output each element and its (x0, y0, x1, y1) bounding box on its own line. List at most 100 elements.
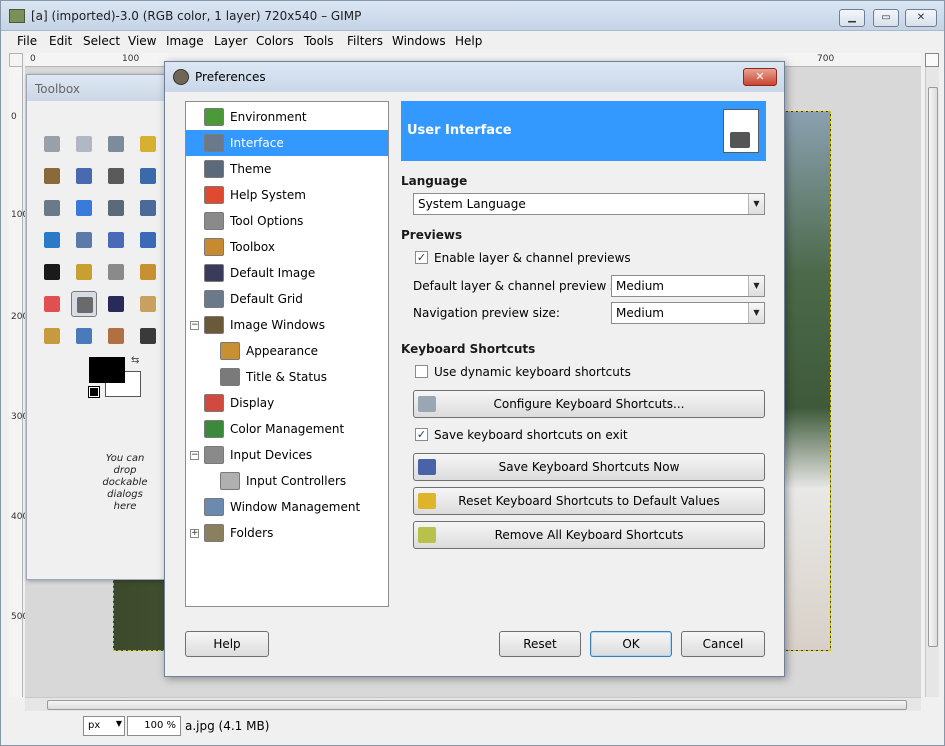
menu-windows[interactable]: Windows (392, 34, 446, 48)
expand-icon[interactable]: + (190, 529, 199, 538)
ruler-corner[interactable] (9, 53, 23, 67)
tool-button[interactable] (135, 227, 161, 253)
cancel-button[interactable]: Cancel (681, 631, 765, 657)
tree-item[interactable]: Default Grid (186, 286, 388, 312)
tree-item[interactable]: − Input Devices (186, 442, 388, 468)
foreground-color-swatch[interactable] (89, 357, 125, 383)
menu-tools[interactable]: Tools (304, 34, 334, 48)
tool-button[interactable] (71, 163, 97, 189)
help-button[interactable]: Help (185, 631, 269, 657)
menubar: File Edit Select View Image Layer Colors… (1, 32, 944, 52)
minimize-button[interactable]: ▁ (839, 9, 865, 27)
tree-item[interactable]: Default Image (186, 260, 388, 286)
tree-item[interactable]: Appearance (186, 338, 388, 364)
dynamic-shortcuts-checkbox[interactable] (415, 365, 428, 378)
tool-button[interactable] (135, 163, 161, 189)
default-preview-size-select[interactable]: Medium ▼ (611, 275, 765, 297)
ok-button[interactable]: OK (590, 631, 672, 657)
menu-image[interactable]: Image (166, 34, 204, 48)
tool-button[interactable] (71, 259, 97, 285)
main-close-button[interactable]: ✕ (905, 9, 937, 27)
tree-item[interactable]: Theme (186, 156, 388, 182)
tool-button[interactable] (39, 163, 65, 189)
tool-button[interactable] (103, 227, 129, 253)
default-colors-icon[interactable] (88, 386, 100, 398)
collapse-icon[interactable]: − (190, 321, 199, 330)
tool-button[interactable] (135, 259, 161, 285)
vertical-scrollbar[interactable] (925, 67, 939, 697)
preferences-category-tree[interactable]: Environment Interface Theme Help System Tool… (185, 101, 389, 607)
menu-file[interactable]: File (17, 34, 37, 48)
flip-icon (140, 232, 156, 248)
tree-item[interactable]: + Folders (186, 520, 388, 546)
tool-button[interactable] (103, 291, 129, 317)
tool-button[interactable] (39, 195, 65, 221)
category-icon (204, 498, 224, 516)
tree-item[interactable]: Input Controllers (186, 468, 388, 494)
drop-hint: You can drop dockable dialogs here (102, 453, 148, 512)
menu-filters[interactable]: Filters (347, 34, 383, 48)
tool-button[interactable] (39, 259, 65, 285)
enable-previews-checkbox[interactable]: ✓ (415, 251, 428, 264)
save-on-exit-checkbox[interactable]: ✓ (415, 428, 428, 441)
menu-help[interactable]: Help (455, 34, 482, 48)
tree-item[interactable]: Title & Status (186, 364, 388, 390)
vertical-ruler[interactable]: 0 100 200 300 400 500 (9, 67, 28, 697)
tree-item[interactable]: Window Management (186, 494, 388, 520)
tool-button[interactable] (71, 227, 97, 253)
remove-all-shortcuts-button[interactable]: Remove All Keyboard Shortcuts (413, 521, 765, 549)
scroll-thumb[interactable] (47, 700, 907, 710)
tool-button[interactable] (39, 131, 65, 157)
reset-button[interactable]: Reset (499, 631, 581, 657)
configure-shortcuts-button[interactable]: Configure Keyboard Shortcuts... (413, 390, 765, 418)
menu-select[interactable]: Select (83, 34, 120, 48)
reset-shortcuts-button[interactable]: Reset Keyboard Shortcuts to Default Valu… (413, 487, 765, 515)
tool-button[interactable] (135, 291, 161, 317)
dialog-close-button[interactable]: ✕ (743, 68, 777, 86)
category-icon (204, 316, 224, 334)
maximize-button[interactable]: ▭ (873, 9, 899, 27)
tool-button[interactable] (71, 195, 97, 221)
tree-item[interactable]: − Image Windows (186, 312, 388, 338)
tool-button[interactable] (39, 291, 65, 317)
dialog-titlebar[interactable]: Preferences ✕ (165, 62, 784, 92)
tool-button[interactable] (103, 323, 129, 349)
tool-button[interactable] (71, 291, 97, 317)
tool-button[interactable] (135, 131, 161, 157)
menu-layer[interactable]: Layer (214, 34, 247, 48)
toolbox-title[interactable]: Toolbox (27, 75, 165, 101)
foreground-select-icon (76, 168, 92, 184)
tree-item[interactable]: Display (186, 390, 388, 416)
menu-view[interactable]: View (128, 34, 156, 48)
tree-item[interactable]: Tool Options (186, 208, 388, 234)
collapse-icon[interactable]: − (190, 451, 199, 460)
main-titlebar[interactable]: [a] (imported)-3.0 (RGB color, 1 layer) … (1, 1, 944, 31)
tool-button[interactable] (103, 131, 129, 157)
swap-colors-icon[interactable]: ⇆ (131, 355, 139, 366)
tool-button[interactable] (71, 131, 97, 157)
tree-item[interactable]: Color Management (186, 416, 388, 442)
scroll-thumb[interactable] (928, 87, 938, 647)
save-shortcuts-now-button[interactable]: Save Keyboard Shortcuts Now (413, 453, 765, 481)
tool-button[interactable] (135, 323, 161, 349)
tree-item[interactable]: Environment (186, 104, 388, 130)
tool-button[interactable] (135, 195, 161, 221)
horizontal-scrollbar[interactable] (25, 697, 921, 711)
menu-edit[interactable]: Edit (49, 34, 72, 48)
unit-selector[interactable]: px ▼ (83, 716, 125, 736)
tool-button[interactable] (103, 259, 129, 285)
tool-button[interactable] (71, 323, 97, 349)
language-select[interactable]: System Language ▼ (413, 193, 765, 215)
tool-button[interactable] (39, 227, 65, 253)
tool-button[interactable] (103, 163, 129, 189)
tree-item[interactable]: Toolbox (186, 234, 388, 260)
tool-button[interactable] (103, 195, 129, 221)
tree-item[interactable]: Help System (186, 182, 388, 208)
tree-item[interactable]: Interface (186, 130, 388, 156)
tool-button[interactable] (39, 323, 65, 349)
menu-colors[interactable]: Colors (256, 34, 294, 48)
zoom-navigation-icon[interactable] (925, 53, 939, 67)
zoom-selector[interactable]: 100 % (127, 716, 181, 736)
tree-item-label: Color Management (230, 422, 345, 436)
nav-preview-size-select[interactable]: Medium ▼ (611, 302, 765, 324)
